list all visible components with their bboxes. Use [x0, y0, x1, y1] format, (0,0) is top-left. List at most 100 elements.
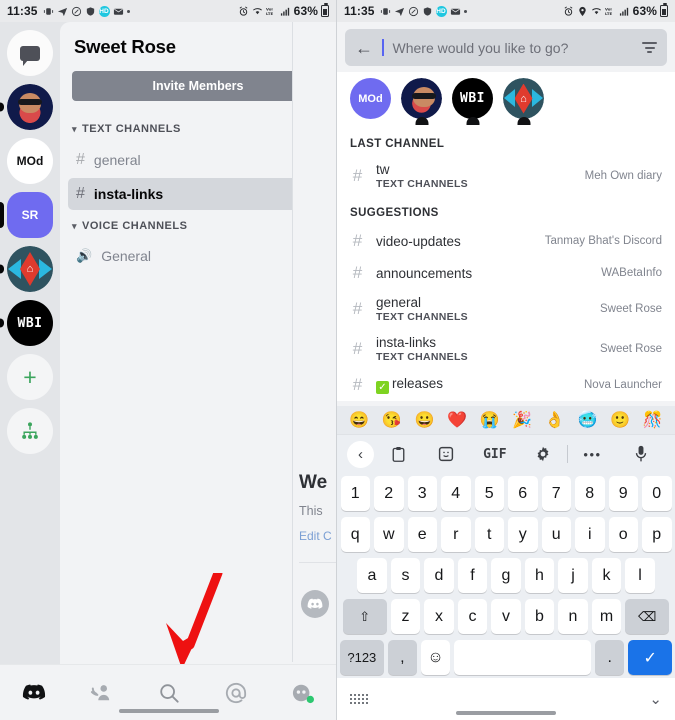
emoji-8[interactable]: 🙂	[610, 410, 630, 430]
bottom-nav-search[interactable]	[135, 682, 202, 704]
add-server-button[interactable]: +	[7, 354, 53, 400]
key-2[interactable]: 2	[374, 476, 404, 511]
key-m[interactable]: m	[591, 599, 622, 634]
avatar-item-mod[interactable]: MOd	[350, 78, 391, 119]
avatar[interactable]: MOd	[350, 78, 391, 119]
symbols-key[interactable]: ?123	[340, 640, 384, 675]
bottom-nav-mentions[interactable]	[202, 682, 269, 704]
server-icon-mod[interactable]: MOd	[7, 138, 53, 184]
guild-item-homescope[interactable]: ⌂	[0, 246, 53, 292]
gesture-home-bar[interactable]	[118, 709, 219, 713]
guild-item-avatar-face[interactable]	[0, 84, 53, 130]
emoji-2[interactable]: 😀	[415, 410, 435, 430]
avatar[interactable]: WBI	[452, 78, 493, 119]
emoji-key[interactable]: ☺	[420, 640, 451, 675]
chevron-down-icon[interactable]: ⌄	[649, 690, 662, 708]
key-e[interactable]: e	[407, 517, 437, 552]
gesture-home-bar[interactable]	[456, 711, 556, 715]
key-v[interactable]: v	[491, 599, 521, 634]
search-input[interactable]: Where would you like to go?	[393, 40, 634, 56]
result-row-general[interactable]: # general TEXT CHANNELS Sweet Rose	[337, 289, 675, 329]
server-icon-face[interactable]	[7, 84, 53, 130]
avatar-item-homescope[interactable]: ⌂	[503, 78, 544, 125]
avatar[interactable]: ⌂	[503, 78, 544, 119]
channel-general[interactable]: # general	[68, 144, 328, 176]
key-9[interactable]: 9	[608, 476, 638, 511]
key-z[interactable]: z	[390, 599, 421, 634]
key-j[interactable]: j	[558, 558, 588, 593]
emoji-4[interactable]: 😭	[480, 410, 500, 430]
shift-key[interactable]: ⇧	[342, 599, 387, 634]
server-icon-wbi[interactable]: WBI	[7, 300, 53, 346]
channel-voice-general[interactable]: 🔊 General	[68, 241, 328, 271]
key-n[interactable]: n	[558, 599, 588, 634]
space-key[interactable]	[454, 640, 592, 675]
microphone-icon[interactable]	[617, 445, 665, 463]
channel-insta-links[interactable]: # insta-links	[68, 177, 328, 210]
back-arrow-icon[interactable]: ←	[355, 39, 373, 57]
guild-item-explore[interactable]	[7, 408, 53, 454]
invite-members-button[interactable]: Invite Members	[72, 70, 324, 101]
key-q[interactable]: q	[340, 517, 370, 552]
key-d[interactable]: d	[424, 558, 454, 593]
key-s[interactable]: s	[390, 558, 421, 593]
key-y[interactable]: y	[508, 517, 538, 552]
guild-item-dm[interactable]	[7, 30, 53, 76]
sticker-icon[interactable]	[422, 446, 470, 462]
key-w[interactable]: w	[374, 517, 404, 552]
key-i[interactable]: i	[575, 517, 605, 552]
bottom-nav-discord[interactable]	[0, 683, 67, 702]
bottom-nav-friends[interactable]	[67, 683, 134, 703]
keyboard-back-button[interactable]: ‹	[347, 440, 374, 468]
key-5[interactable]: 5	[474, 476, 504, 511]
filter-icon[interactable]	[642, 42, 657, 53]
key-c[interactable]: c	[457, 599, 488, 634]
key-g[interactable]: g	[491, 558, 521, 593]
more-options-icon[interactable]: •••	[568, 447, 616, 462]
emoji-7[interactable]: 🥶	[577, 410, 597, 430]
guild-item-wbi[interactable]: WBI	[0, 300, 53, 346]
server-icon-homescope[interactable]: ⌂	[7, 246, 53, 292]
chat-panel-peek[interactable]: We This Edit C	[292, 22, 336, 662]
server-icon-sr[interactable]: SR	[7, 192, 53, 238]
key-r[interactable]: r	[441, 517, 471, 552]
key-p[interactable]: p	[642, 517, 672, 552]
guild-item-add[interactable]: +	[7, 354, 53, 400]
key-6[interactable]: 6	[508, 476, 538, 511]
key-k[interactable]: k	[591, 558, 622, 593]
gif-button[interactable]: GIF	[471, 447, 519, 462]
key-x[interactable]: x	[424, 599, 454, 634]
peek-edit-link[interactable]: Edit C	[299, 529, 332, 543]
guild-item-mod[interactable]: MOd	[7, 138, 53, 184]
emoji-0[interactable]: 😄	[349, 410, 369, 430]
key-a[interactable]: a	[357, 558, 387, 593]
emoji-1[interactable]: 😘	[382, 410, 402, 430]
avatar-item-wbi[interactable]: WBI	[452, 78, 493, 125]
key-t[interactable]: t	[474, 517, 504, 552]
direct-messages-button[interactable]	[7, 30, 53, 76]
period-key[interactable]: .	[595, 640, 625, 675]
emoji-9[interactable]: 🎊	[643, 410, 663, 430]
result-row-video-updates[interactable]: # video-updates Tanmay Bhat's Discord	[337, 225, 675, 257]
settings-gear-icon[interactable]	[519, 446, 567, 462]
key-o[interactable]: o	[608, 517, 638, 552]
emoji-3[interactable]: ❤️	[447, 410, 467, 430]
guild-item-sr[interactable]: SR	[0, 192, 53, 238]
key-7[interactable]: 7	[541, 476, 571, 511]
key-b[interactable]: b	[524, 599, 555, 634]
search-bar[interactable]: ← Where would you like to go?	[345, 29, 667, 66]
result-row-insta-links[interactable]: # insta-links TEXT CHANNELS Sweet Rose	[337, 329, 675, 369]
result-row-tw[interactable]: # tw TEXT CHANNELS Meh Own diary	[337, 156, 675, 196]
key-3[interactable]: 3	[407, 476, 437, 511]
comma-key[interactable]: ,	[387, 640, 417, 675]
emoji-5[interactable]: 🎉	[512, 410, 532, 430]
explore-servers-button[interactable]	[7, 408, 53, 454]
clipboard-icon[interactable]	[374, 446, 422, 463]
key-8[interactable]: 8	[575, 476, 605, 511]
key-1[interactable]: 1	[340, 476, 370, 511]
key-0[interactable]: 0	[642, 476, 672, 511]
key-u[interactable]: u	[541, 517, 571, 552]
backspace-key[interactable]: ⌫	[625, 599, 670, 634]
emoji-6[interactable]: 👌	[545, 410, 565, 430]
enter-key[interactable]: ✓	[628, 640, 673, 675]
